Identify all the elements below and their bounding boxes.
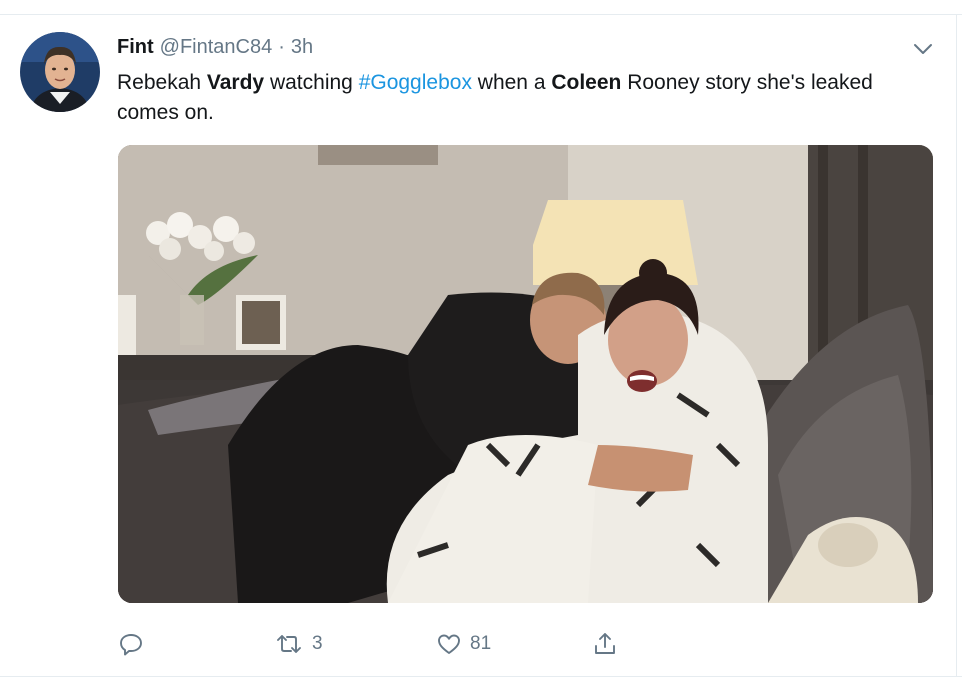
timestamp[interactable]: 3h xyxy=(291,36,313,59)
bold-word-vardy: Vardy xyxy=(206,71,265,94)
bold-word-coleen: Coleen xyxy=(551,71,622,94)
text-segment: when a xyxy=(471,71,552,94)
timeline-top-divider xyxy=(0,14,962,15)
tweet-actions: 3 81 xyxy=(118,626,678,662)
reply-button[interactable] xyxy=(118,626,144,662)
share-button[interactable] xyxy=(592,626,618,662)
author-handle[interactable]: @FintanC84 xyxy=(160,36,273,59)
text-segment: Rebekah xyxy=(117,71,207,94)
text-segment: watching xyxy=(264,71,359,94)
author-name[interactable]: Fint xyxy=(117,36,154,59)
hashtag-link[interactable]: #Gogglebox xyxy=(359,71,472,94)
photo-couple-on-sofa xyxy=(118,145,933,603)
like-count: 81 xyxy=(470,633,492,654)
heart-icon xyxy=(438,634,460,654)
retweet-icon xyxy=(277,635,301,653)
avatar[interactable] xyxy=(20,32,100,112)
tweet-text: Rebekah Vardy watching #Gogglebox when a… xyxy=(117,68,937,128)
tweet-header: Fint @FintanC84 · 3h xyxy=(117,36,313,62)
separator-dot: · xyxy=(278,36,285,58)
like-button[interactable]: 81 xyxy=(436,626,491,662)
share-icon xyxy=(595,633,615,654)
timeline-bottom-divider xyxy=(0,676,962,677)
chevron-down-icon[interactable] xyxy=(910,36,936,62)
retweet-button[interactable]: 3 xyxy=(274,626,323,662)
timeline-right-divider xyxy=(956,14,957,677)
retweet-count: 3 xyxy=(312,633,323,654)
avatar-image xyxy=(20,32,100,112)
reply-icon xyxy=(120,634,142,656)
tweet-media-photo[interactable] xyxy=(118,145,933,603)
